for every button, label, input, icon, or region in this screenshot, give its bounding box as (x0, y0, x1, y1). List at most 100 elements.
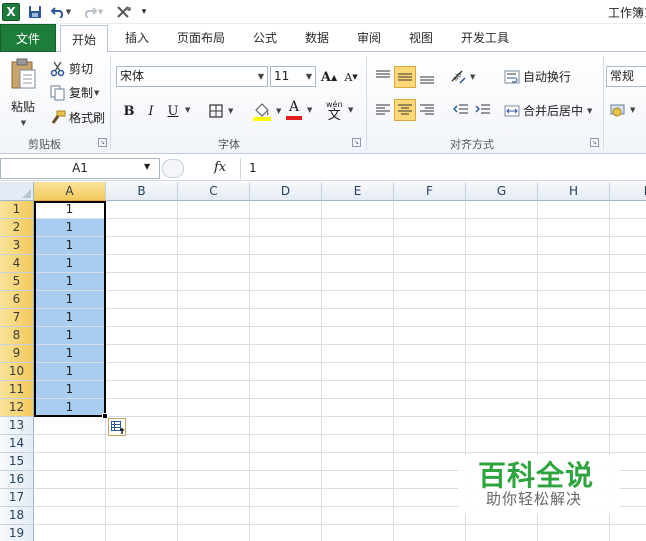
tab-data[interactable]: 数据 (296, 24, 338, 52)
shrink-font-button[interactable]: A ▼ (340, 66, 362, 88)
cell-g11[interactable] (466, 381, 538, 399)
cell-e7[interactable] (322, 309, 394, 327)
cell-b15[interactable] (106, 453, 178, 471)
customize-icon[interactable] (112, 3, 136, 21)
cell-d8[interactable] (250, 327, 322, 345)
cell-f9[interactable] (394, 345, 466, 363)
cell-g8[interactable] (466, 327, 538, 345)
cell-c16[interactable] (178, 471, 250, 489)
cell-c18[interactable] (178, 507, 250, 525)
cell-f14[interactable] (394, 435, 466, 453)
wrap-text-button[interactable]: 自动换行 (504, 68, 571, 85)
cell-b8[interactable] (106, 327, 178, 345)
cell-b3[interactable] (106, 237, 178, 255)
tab-view[interactable]: 视图 (400, 24, 442, 52)
row-header-16[interactable]: 16 (0, 471, 34, 489)
insert-function-button[interactable]: fx (214, 160, 226, 175)
cell-b10[interactable] (106, 363, 178, 381)
cell-d12[interactable] (250, 399, 322, 417)
cell-g3[interactable] (466, 237, 538, 255)
cell-d10[interactable] (250, 363, 322, 381)
row-header-3[interactable]: 3 (0, 237, 34, 255)
row-header-9[interactable]: 9 (0, 345, 34, 363)
cell-d19[interactable] (250, 525, 322, 541)
cell-f3[interactable] (394, 237, 466, 255)
cell-f11[interactable] (394, 381, 466, 399)
cell-a17[interactable] (34, 489, 106, 507)
cell-e4[interactable] (322, 255, 394, 273)
cell-b1[interactable] (106, 201, 178, 219)
cell-d14[interactable] (250, 435, 322, 453)
cell-i3[interactable] (610, 237, 646, 255)
cell-a5[interactable]: 1 (34, 273, 106, 291)
italic-button[interactable]: I (140, 100, 162, 122)
cell-a1[interactable]: 1 (34, 201, 106, 219)
cell-d5[interactable] (250, 273, 322, 291)
cell-i2[interactable] (610, 219, 646, 237)
auto-fill-options-button[interactable] (108, 418, 126, 436)
cell-g10[interactable] (466, 363, 538, 381)
cell-a6[interactable]: 1 (34, 291, 106, 309)
cell-g9[interactable] (466, 345, 538, 363)
phonetic-dropdown-icon[interactable]: ▼ (347, 106, 353, 114)
underline-button[interactable]: U (162, 100, 184, 122)
cell-h11[interactable] (538, 381, 610, 399)
cell-b12[interactable] (106, 399, 178, 417)
orientation-button[interactable]: ab ▼ (450, 69, 475, 85)
cell-b17[interactable] (106, 489, 178, 507)
cell-e11[interactable] (322, 381, 394, 399)
cell-g19[interactable] (466, 525, 538, 541)
excel-icon[interactable]: X (2, 3, 20, 21)
cell-f12[interactable] (394, 399, 466, 417)
tab-home[interactable]: 开始 (60, 25, 108, 53)
paste-dropdown-icon[interactable]: ▼ (21, 119, 26, 127)
cell-b4[interactable] (106, 255, 178, 273)
cell-d3[interactable] (250, 237, 322, 255)
cell-f13[interactable] (394, 417, 466, 435)
cell-d18[interactable] (250, 507, 322, 525)
cell-i5[interactable] (610, 273, 646, 291)
row-header-8[interactable]: 8 (0, 327, 34, 345)
cell-h13[interactable] (538, 417, 610, 435)
cell-g7[interactable] (466, 309, 538, 327)
cell-b19[interactable] (106, 525, 178, 541)
cell-c13[interactable] (178, 417, 250, 435)
column-header-g[interactable]: G (466, 182, 538, 201)
cell-i10[interactable] (610, 363, 646, 381)
cell-e17[interactable] (322, 489, 394, 507)
align-middle-button[interactable] (394, 66, 416, 88)
accounting-format-button[interactable]: ▼ (610, 102, 635, 118)
cell-a18[interactable] (34, 507, 106, 525)
cell-g2[interactable] (466, 219, 538, 237)
merge-center-button[interactable]: 合并后居中 ▼ (504, 102, 592, 119)
row-header-10[interactable]: 10 (0, 363, 34, 381)
cell-e10[interactable] (322, 363, 394, 381)
row-header-5[interactable]: 5 (0, 273, 34, 291)
align-top-button[interactable] (372, 66, 394, 88)
name-box[interactable]: A1 (0, 158, 160, 179)
cell-a3[interactable]: 1 (34, 237, 106, 255)
cell-g13[interactable] (466, 417, 538, 435)
cell-c7[interactable] (178, 309, 250, 327)
cell-a8[interactable]: 1 (34, 327, 106, 345)
cell-g12[interactable] (466, 399, 538, 417)
cell-d6[interactable] (250, 291, 322, 309)
cell-d9[interactable] (250, 345, 322, 363)
bold-button[interactable]: B (118, 100, 140, 122)
cell-a7[interactable]: 1 (34, 309, 106, 327)
cell-e13[interactable] (322, 417, 394, 435)
cell-h2[interactable] (538, 219, 610, 237)
cell-a10[interactable]: 1 (34, 363, 106, 381)
chevron-down-icon[interactable]: ▼ (144, 162, 150, 171)
cell-b5[interactable] (106, 273, 178, 291)
cell-i8[interactable] (610, 327, 646, 345)
cell-h5[interactable] (538, 273, 610, 291)
cell-b18[interactable] (106, 507, 178, 525)
cell-e12[interactable] (322, 399, 394, 417)
cell-d17[interactable] (250, 489, 322, 507)
cell-a2[interactable]: 1 (34, 219, 106, 237)
cell-f10[interactable] (394, 363, 466, 381)
cut-button[interactable]: 剪切 (50, 60, 93, 77)
number-format-combo[interactable]: 常规 (606, 66, 646, 87)
select-all-button[interactable] (0, 182, 34, 201)
